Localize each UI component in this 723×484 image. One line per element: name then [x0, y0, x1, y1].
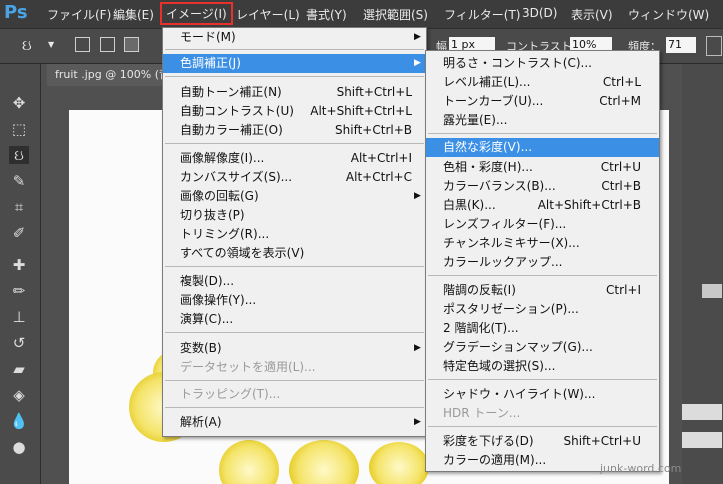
menu-item-brightness-contrast[interactable]: 明るさ・コントラスト(C)... [426, 54, 659, 73]
menu-item-channel-mixer[interactable]: チャンネルミキサー(X)... [426, 234, 659, 253]
tools-panel: ✥ ⬚ ઇ ✎ ⌗ ✐ ✚ ✏ ⊥ ↺ ▰ ◈ 💧 ● [0, 64, 41, 484]
menu-item-apply-image[interactable]: 画像操作(Y)... [163, 291, 426, 310]
lasso-tool-icon[interactable]: ઇ [9, 146, 29, 164]
menu-item-canvas-size[interactable]: カンバスサイズ(S)... Alt+Ctrl+C [163, 168, 426, 187]
menu-select[interactable]: 選択範囲(S) [363, 6, 428, 23]
menu-layer[interactable]: レイヤー(L) [236, 6, 300, 23]
menu-item-exposure[interactable]: 露光量(E)... [426, 111, 659, 130]
photoshop-logo: Ps [4, 2, 28, 23]
menu-item-photo-filter[interactable]: レンズフィルター(F)... [426, 215, 659, 234]
menu-item-desaturate[interactable]: 彩度を下げる(D) Shift+Ctrl+U [426, 432, 659, 451]
move-tool-icon[interactable]: ✥ [9, 94, 29, 112]
menu-item-variables[interactable]: 変数(B) ▶ [163, 339, 426, 358]
menu-image[interactable]: イメージ(I) [160, 2, 233, 25]
menu-item-hue-saturation[interactable]: 色相・彩度(H)... Ctrl+U [426, 158, 659, 177]
menu-item-adjustments[interactable]: 色調補正(J) ▶ [163, 54, 426, 73]
menu-item-auto-contrast[interactable]: 自動コントラスト(U) Alt+Shift+Ctrl+L [163, 102, 426, 121]
menu-separator [165, 380, 424, 381]
stamp-tool-icon[interactable]: ⊥ [9, 308, 29, 326]
lemon-slice [219, 440, 279, 484]
marquee-tool-icon[interactable]: ⬚ [9, 120, 29, 138]
submenu-arrow-icon: ▶ [414, 191, 421, 201]
quick-select-tool-icon[interactable]: ✎ [9, 172, 29, 190]
menu-separator [428, 426, 657, 427]
menu-item-invert[interactable]: 階調の反転(I) Ctrl+I [426, 281, 659, 300]
menu-item-trap: トラッピング(T)... [180, 387, 281, 401]
menu-item-auto-color[interactable]: 自動カラー補正(O) Shift+Ctrl+B [163, 121, 426, 140]
menu-item-image-size[interactable]: 画像解像度(I)... Alt+Ctrl+I [163, 149, 426, 168]
menu-edit[interactable]: 編集(E) [113, 6, 154, 23]
menu-item-threshold[interactable]: 2 階調化(T)... [426, 319, 659, 338]
menu-separator [165, 407, 424, 408]
add-selection-icon[interactable] [100, 37, 115, 52]
menu-item-calculations[interactable]: 演算(C)... [163, 310, 426, 329]
eraser-tool-icon[interactable]: ▰ [9, 360, 29, 378]
menu-separator [428, 379, 657, 380]
watermark: junk-word.com [600, 462, 682, 475]
pen-pressure-icon[interactable] [706, 36, 722, 56]
lemon-slice [369, 442, 429, 484]
eyedropper-tool-icon[interactable]: ✐ [9, 224, 29, 242]
menu-item-color-lookup[interactable]: カラールックアップ... [426, 253, 659, 272]
menu-separator [428, 275, 657, 276]
lemon-slice [289, 440, 359, 484]
menu-separator [165, 266, 424, 267]
menu-type[interactable]: 書式(Y) [306, 6, 347, 23]
adjustments-submenu: 明るさ・コントラスト(C)... レベル補正(L)... Ctrl+L トーンカー… [425, 50, 660, 472]
menu-item-trim[interactable]: トリミング(R)... [163, 225, 426, 244]
menu-item-hdr-toning: HDR トーン... [443, 406, 521, 420]
menu-item-mode[interactable]: モード(M) ▶ [163, 28, 426, 47]
submenu-arrow-icon: ▶ [414, 417, 421, 427]
fill-field[interactable] [682, 432, 722, 448]
menu-filter[interactable]: フィルター(T) [444, 6, 520, 23]
menu-item-black-white[interactable]: 白黒(K)... Alt+Shift+Ctrl+B [426, 196, 659, 215]
menu-view[interactable]: 表示(V) [571, 6, 613, 23]
menu-item-vibrance[interactable]: 自然な彩度(V)... [426, 138, 659, 157]
paint-bucket-icon[interactable]: ◈ [9, 386, 29, 404]
dodge-tool-icon[interactable]: ● [9, 438, 29, 456]
blur-tool-icon[interactable]: 💧 [9, 412, 29, 430]
menu-item-image-rotation[interactable]: 画像の回転(G) ▶ [163, 187, 426, 206]
history-brush-icon[interactable]: ↺ [9, 334, 29, 352]
menu-3d[interactable]: 3D(D) [522, 6, 557, 20]
submenu-arrow-icon: ▶ [414, 58, 421, 68]
frequency-input[interactable]: 71 [666, 37, 696, 53]
menu-item-curves[interactable]: トーンカーブ(U)... Ctrl+M [426, 92, 659, 111]
menu-bar: Ps ファイル(F) 編集(E) イメージ(I) レイヤー(L) 書式(Y) 選… [0, 0, 723, 28]
menu-item-shadows-highlights[interactable]: シャドウ・ハイライト(W)... [426, 385, 659, 404]
menu-item-crop[interactable]: 切り抜き(P) [163, 206, 426, 225]
menu-item-gradient-map[interactable]: グラデーションマップ(G)... [426, 338, 659, 357]
menu-item-posterize[interactable]: ポスタリゼーション(P)... [426, 300, 659, 319]
submenu-arrow-icon: ▶ [414, 343, 421, 353]
new-selection-icon[interactable] [75, 37, 90, 52]
layers-panel-header[interactable] [702, 284, 722, 298]
menu-separator [165, 332, 424, 333]
crop-tool-icon[interactable]: ⌗ [9, 198, 29, 216]
menu-separator [165, 76, 424, 77]
chevron-down-icon[interactable]: ▼ [48, 40, 54, 49]
menu-separator [165, 143, 424, 144]
menu-item-apply-dataset: データセットを適用(L)... [180, 360, 316, 374]
menu-item-levels[interactable]: レベル補正(L)... Ctrl+L [426, 73, 659, 92]
menu-item-reveal-all[interactable]: すべての領域を表示(V) [163, 244, 426, 263]
brush-tool-icon[interactable]: ✏ [9, 282, 29, 300]
menu-item-color-balance[interactable]: カラーバランス(B)... Ctrl+B [426, 177, 659, 196]
menu-separator [428, 133, 657, 134]
opacity-field[interactable] [682, 404, 722, 420]
image-menu: モード(M) ▶ 色調補正(J) ▶ 自動トーン補正(N) Shift+Ctrl+L … [162, 27, 427, 437]
subtract-selection-icon[interactable] [124, 37, 139, 52]
submenu-arrow-icon: ▶ [414, 32, 421, 42]
menu-item-auto-tone[interactable]: 自動トーン補正(N) Shift+Ctrl+L [163, 83, 426, 102]
menu-item-selective-color[interactable]: 特定色域の選択(S)... [426, 357, 659, 376]
menu-separator [165, 49, 424, 50]
menu-file[interactable]: ファイル(F) [47, 6, 111, 23]
menu-item-analysis[interactable]: 解析(A) ▶ [163, 413, 426, 432]
right-panel [682, 64, 723, 484]
menu-window[interactable]: ウィンドウ(W) [628, 6, 709, 23]
healing-tool-icon[interactable]: ✚ [9, 256, 29, 274]
menu-item-duplicate[interactable]: 複製(D)... [163, 272, 426, 291]
lasso-icon[interactable]: ઇ [22, 36, 32, 54]
